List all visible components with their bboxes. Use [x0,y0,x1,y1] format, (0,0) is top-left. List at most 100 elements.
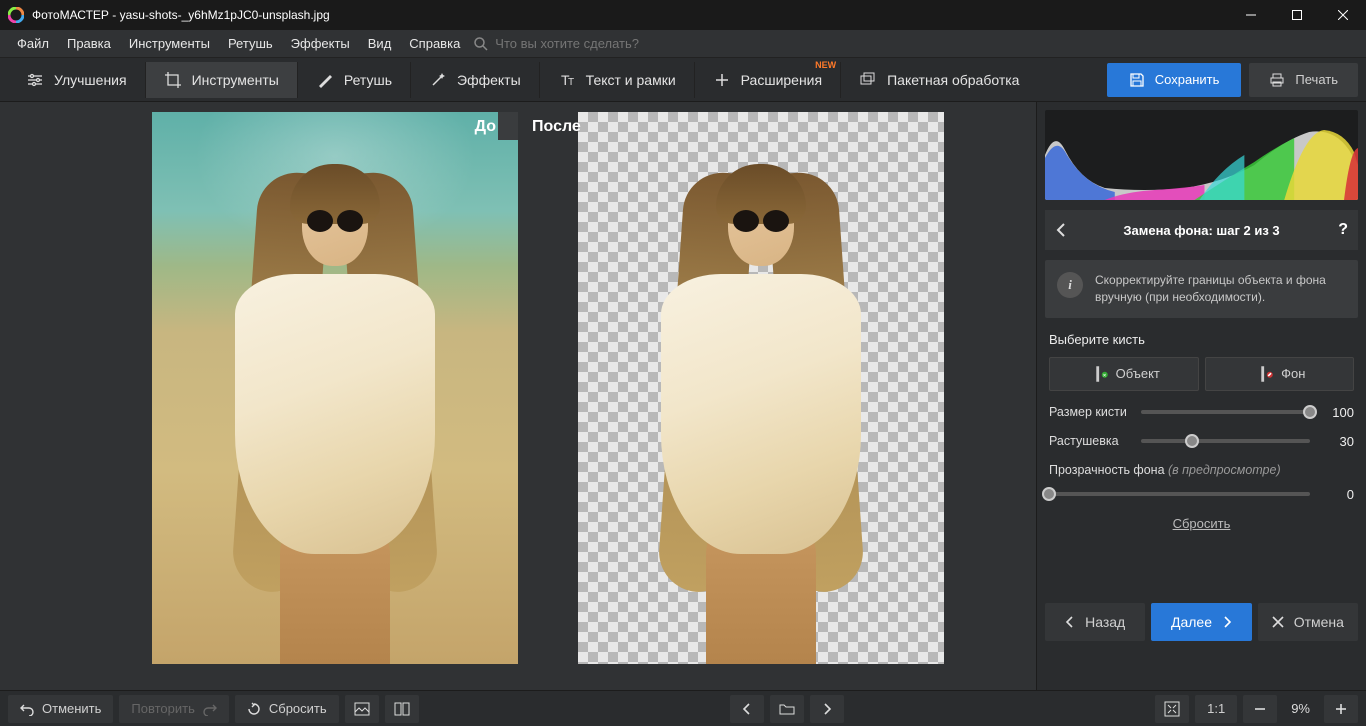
reset-link-wrap: Сбросить [1049,516,1354,531]
open-folder-button[interactable] [770,695,804,723]
feather-slider-row: Растушевка 30 [1049,434,1354,449]
after-image-wrap: После [578,112,944,664]
menu-tools[interactable]: Инструменты [120,32,219,55]
feather-slider[interactable] [1141,439,1310,443]
save-icon [1129,72,1145,88]
reset-button[interactable]: Сбросить [235,695,339,723]
compare-icon [394,701,410,717]
bottom-bar: Отменить Повторить Сбросить 1:1 9% [0,690,1366,726]
print-button[interactable]: Печать [1249,63,1358,97]
opacity-label-row: Прозрачность фона (в предпросмотре) [1049,463,1354,477]
redo-label: Повторить [131,701,194,716]
nav-prev-button[interactable] [730,695,764,723]
brush-background-button[interactable]: Фон [1205,357,1355,391]
zoom-11-label: 1:1 [1207,701,1225,716]
reset-icon [247,702,261,716]
brush-background-icon [1249,361,1274,386]
print-icon [1269,72,1285,88]
undo-button[interactable]: Отменить [8,695,113,723]
tab-retouch[interactable]: Ретушь [298,62,411,98]
next-label: Далее [1171,614,1212,630]
reset-link[interactable]: Сбросить [1173,516,1231,531]
cancel-button[interactable]: Отмена [1258,603,1358,641]
menu-help[interactable]: Справка [400,32,469,55]
help-icon[interactable]: ? [1338,221,1348,239]
brush-section: Выберите кисть + Объект Фон Размер кисти… [1049,332,1354,531]
minus-icon [1253,702,1267,716]
batch-icon [859,71,877,89]
menu-effects[interactable]: Эффекты [282,32,359,55]
fit-screen-button[interactable] [1155,695,1189,723]
histogram[interactable] [1045,110,1358,200]
right-panel: Замена фона: шаг 2 из 3 ? i Скорректируй… [1036,102,1366,690]
zoom-value: 9% [1283,701,1318,716]
menu-file[interactable]: Файл [8,32,58,55]
canvas-area: До После [0,102,1036,690]
opacity-slider-row: 0 [1049,487,1354,502]
show-original-button[interactable] [345,695,379,723]
after-label: После [532,118,581,136]
step-title: Замена фона: шаг 2 из 3 [1055,223,1348,238]
compare-button[interactable] [385,695,419,723]
brush-background-label: Фон [1281,366,1305,381]
before-label: До [475,118,496,136]
tab-text[interactable]: TT Текст и рамки [540,62,695,98]
tab-enhance[interactable]: Улучшения [8,62,146,98]
back-button[interactable]: Назад [1045,603,1145,641]
after-image[interactable] [578,112,944,664]
nav-next-button[interactable] [810,695,844,723]
feather-value: 30 [1318,434,1354,449]
opacity-slider[interactable] [1049,492,1310,496]
search-input[interactable] [495,36,715,51]
brush-object-icon: + [1084,361,1109,386]
before-image-wrap: До [152,112,518,664]
menu-view[interactable]: Вид [359,32,401,55]
choose-brush-label: Выберите кисть [1049,332,1354,347]
redo-button[interactable]: Повторить [119,695,228,723]
svg-text:+: + [1101,371,1109,379]
tab-batch[interactable]: Пакетная обработка [841,62,1037,98]
undo-label: Отменить [42,701,101,716]
zoom-in-button[interactable] [1324,695,1358,723]
tab-extensions[interactable]: NEW Расширения [695,62,841,98]
brush-object-label: Объект [1116,366,1160,381]
save-button[interactable]: Сохранить [1107,63,1242,97]
wand-icon [429,71,447,89]
menu-retouch[interactable]: Ретушь [219,32,282,55]
nav-buttons: Назад Далее Отмена [1045,603,1358,641]
brush-icon [316,71,334,89]
size-slider[interactable] [1141,410,1310,414]
info-text: Скорректируйте границы объекта и фона вр… [1095,272,1346,306]
zoom-out-button[interactable] [1243,695,1277,723]
folder-icon [779,702,795,716]
menubar: Файл Правка Инструменты Ретушь Эффекты В… [0,30,1366,58]
size-label: Размер кисти [1049,405,1141,419]
zoom-11-button[interactable]: 1:1 [1195,695,1237,723]
step-back-icon[interactable] [1055,223,1067,237]
brush-object-button[interactable]: + Объект [1049,357,1199,391]
tab-batch-label: Пакетная обработка [887,72,1019,88]
step-header: Замена фона: шаг 2 из 3 ? [1045,210,1358,250]
opacity-value: 0 [1318,487,1354,502]
minimize-button[interactable] [1228,0,1274,30]
maximize-button[interactable] [1274,0,1320,30]
back-label: Назад [1085,614,1125,630]
info-box: i Скорректируйте границы объекта и фона … [1045,260,1358,318]
next-button[interactable]: Далее [1151,603,1251,641]
size-value: 100 [1318,405,1354,420]
before-image[interactable] [152,112,518,664]
close-button[interactable] [1320,0,1366,30]
tab-effects-label: Эффекты [457,72,521,88]
menu-edit[interactable]: Правка [58,32,120,55]
close-icon [1272,616,1284,628]
save-label: Сохранить [1155,72,1220,87]
chevron-right-icon [822,703,832,715]
tab-tools[interactable]: Инструменты [146,62,298,98]
chevron-right-icon [1222,616,1232,628]
app-logo-icon [8,7,24,23]
tab-text-label: Текст и рамки [586,72,676,88]
tab-effects[interactable]: Эффекты [411,62,540,98]
svg-text:T: T [568,77,574,88]
info-icon: i [1057,272,1083,298]
tab-extensions-label: Расширения [741,72,822,88]
